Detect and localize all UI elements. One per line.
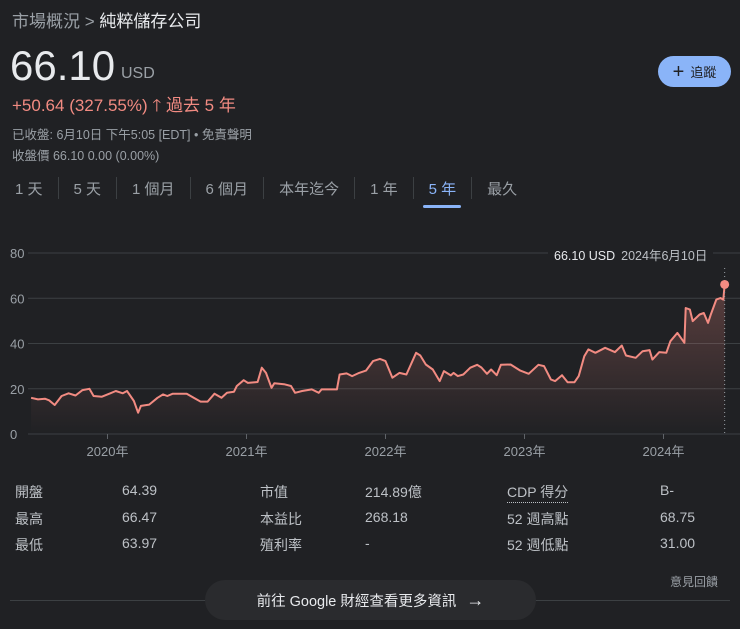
stat-label[interactable]: CDP 得分 [507, 482, 569, 503]
tab-range[interactable]: 5 天 [59, 170, 117, 206]
stat-value: - [365, 535, 370, 551]
x-tick-label: 2024年 [643, 444, 685, 459]
stat-label: 殖利率 [260, 537, 302, 553]
tab-range[interactable]: 1 天 [0, 170, 58, 206]
y-tick-label: 0 [10, 427, 17, 442]
stat-label: 最低 [15, 537, 43, 553]
chart-tooltip: 66.10 USD 2024年6月10日 [548, 243, 714, 266]
arrow-right-icon: → [466, 589, 485, 610]
tab-range[interactable]: 最久 [472, 170, 532, 206]
stat-label: 52 週高點 [507, 510, 569, 527]
more-label: 前往 Google 財經查看更多資訊 [256, 593, 457, 610]
x-tick-label: 2022年 [365, 444, 407, 459]
follow-button[interactable]: + 追蹤 [658, 56, 731, 87]
plus-icon: + [672, 60, 685, 83]
stat-label: 52 週低點 [507, 537, 569, 553]
y-tick-label: 80 [10, 246, 24, 261]
stat-value: 31.00 [660, 535, 696, 551]
tab-range[interactable]: 本年迄今 [264, 170, 354, 206]
x-tick-label: 2023年 [504, 444, 546, 459]
price-change: +50.64 (327.55%) 🡑 過去 5 年 [12, 91, 236, 122]
market-status: 已收盤: 6月10日 下午5:05 [EDT] • 免責聲明 [12, 128, 252, 142]
arrow-up-icon: 🡑 [152, 96, 162, 115]
breadcrumb-markets-link[interactable]: 市場概況 [12, 12, 80, 31]
stat-value: 64.39 [122, 482, 158, 498]
tab-range[interactable]: 6 個月 [191, 170, 264, 206]
more-on-google-finance-button[interactable]: 前往 Google 財經查看更多資訊 → [205, 580, 536, 620]
close-price: 收盤價 66.10 0.00 (0.00%) [12, 149, 160, 163]
last-point [720, 279, 730, 289]
change-value: +50.64 (327.55%) [12, 96, 148, 115]
stat-label: 市值 [260, 484, 288, 500]
stat-label: 本益比 [260, 510, 302, 527]
y-tick-label: 60 [10, 291, 24, 306]
stat-label: 最高 [15, 510, 43, 527]
x-tick-label: 2020年 [87, 444, 129, 459]
currency: USD [121, 65, 155, 82]
stat-value: 66.47 [122, 508, 158, 525]
feedback-link[interactable]: 意見回饋 [670, 573, 718, 590]
stat-value: 268.18 [365, 508, 408, 525]
change-period: 過去 5 年 [165, 96, 236, 115]
stat-value: 68.75 [660, 508, 696, 525]
breadcrumb-separator: > [84, 12, 95, 31]
y-tick-label: 20 [10, 382, 24, 397]
tooltip-value: 66.10 USD [554, 249, 616, 263]
stat-value: 214.89億 [365, 484, 422, 500]
y-tick-label: 40 [10, 337, 24, 352]
stat-label: 開盤 [15, 484, 43, 500]
current-price: 66.10 [10, 42, 116, 89]
follow-label: 追蹤 [690, 65, 717, 80]
stat-value: B- [660, 482, 674, 498]
tab-range[interactable]: 1 個月 [117, 170, 190, 206]
breadcrumb: 市場概況 > 純粹儲存公司 [12, 7, 201, 32]
tab-range[interactable]: 5 年 [414, 170, 472, 206]
tooltip-date: 2024年6月10日 [621, 249, 708, 263]
company-name: 純粹儲存公司 [99, 12, 202, 31]
stat-value: 63.97 [122, 535, 158, 551]
range-tabs: 1 天5 天1 個月 6 個月 本年迄今 1 年5 年最久 [0, 170, 740, 210]
tab-range[interactable]: 1 年 [355, 170, 413, 206]
x-tick-label: 2021年 [226, 444, 268, 459]
